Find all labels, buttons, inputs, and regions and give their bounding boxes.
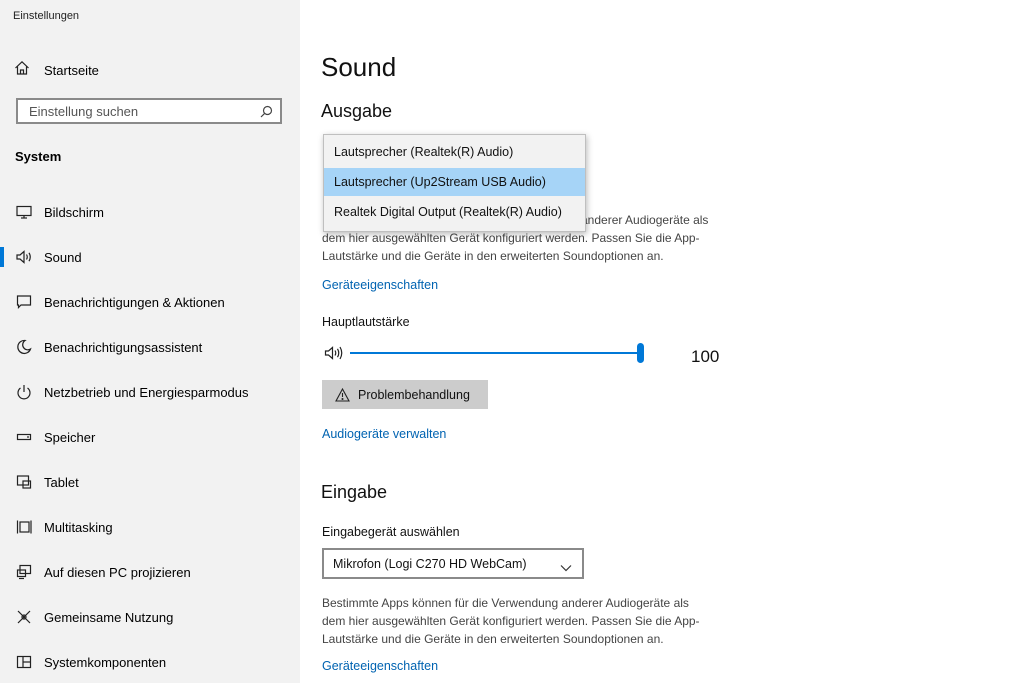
sidebar-item-speicher[interactable]: Speicher <box>0 420 300 454</box>
input-description-line: Lautstärke und die Geräte in den erweite… <box>322 632 664 646</box>
multitasking-icon <box>14 517 34 537</box>
dropdown-option[interactable]: Realtek Digital Output (Realtek(R) Audio… <box>324 198 585 226</box>
sidebar-item-projizieren[interactable]: Auf diesen PC projizieren <box>0 555 300 589</box>
sidebar-item-label: Netzbetrieb und Energiesparmodus <box>44 384 249 400</box>
page-title: Sound <box>321 52 397 82</box>
section-heading: System <box>15 149 62 164</box>
sidebar-item-gemeinsame-nutzung[interactable]: Gemeinsame Nutzung <box>0 600 300 634</box>
sidebar: Einstellungen Startseite System Bildschi… <box>0 0 300 683</box>
sidebar-item-label: Benachrichtigungsassistent <box>44 339 203 355</box>
components-icon <box>14 652 34 672</box>
speaker-icon <box>14 247 34 267</box>
home-icon <box>14 60 30 81</box>
home-link[interactable]: Startseite <box>14 60 99 81</box>
home-label: Startseite <box>44 63 99 78</box>
sidebar-item-multitasking[interactable]: Multitasking <box>0 510 300 544</box>
sidebar-item-bildschirm[interactable]: Bildschirm <box>0 195 300 229</box>
volume-value: 100 <box>691 347 720 366</box>
sidebar-item-label: Auf diesen PC projizieren <box>44 564 191 580</box>
sidebar-item-label: Benachrichtigungen & Aktionen <box>44 294 225 310</box>
sidebar-item-label: Gemeinsame Nutzung <box>44 609 174 625</box>
sidebar-item-label: Bildschirm <box>44 204 104 220</box>
sidebar-item-tablet[interactable]: Tablet <box>0 465 300 499</box>
input-device-value: Mikrofon (Logi C270 HD WebCam) <box>333 556 527 571</box>
manage-audio-devices-link[interactable]: Audiogeräte verwalten <box>322 427 446 441</box>
sidebar-item-netzbetrieb[interactable]: Netzbetrieb und Energiesparmodus <box>0 375 300 409</box>
troubleshoot-button[interactable]: Problembehandlung <box>322 380 488 409</box>
volume-icon[interactable] <box>324 345 344 366</box>
volume-slider-thumb[interactable] <box>637 343 644 363</box>
power-icon <box>14 382 34 402</box>
output-device-properties-link[interactable]: Geräteeigenschaften <box>322 278 438 292</box>
monitor-icon <box>14 202 34 222</box>
project-icon <box>14 562 34 582</box>
warning-icon <box>335 387 350 402</box>
dropdown-option-selected[interactable]: Lautsprecher (Up2Stream USB Audio) <box>324 168 585 196</box>
input-heading: Eingabe <box>321 482 388 502</box>
sidebar-item-sound[interactable]: Sound <box>0 240 300 274</box>
input-description: Bestimmte Apps können für die Verwendung… <box>322 594 742 648</box>
share-icon <box>14 607 34 627</box>
sidebar-item-benachrichtigungsassistent[interactable]: Benachrichtigungsassistent <box>0 330 300 364</box>
moon-icon <box>14 337 34 357</box>
troubleshoot-label: Problembehandlung <box>358 387 470 402</box>
output-device-dropdown[interactable]: Lautsprecher (Realtek(R) Audio) Lautspre… <box>323 134 586 232</box>
sidebar-item-label: Multitasking <box>44 519 113 535</box>
sidebar-item-label: Speicher <box>44 429 96 445</box>
sidebar-item-label: Systemkomponenten <box>44 654 167 670</box>
input-device-select[interactable]: Mikrofon (Logi C270 HD WebCam) <box>322 548 584 579</box>
input-description-line: Bestimmte Apps können für die Verwendung… <box>322 596 689 610</box>
sidebar-item-label: Sound <box>44 249 82 265</box>
search-box[interactable] <box>16 98 282 124</box>
sidebar-item-benachrichtigungen[interactable]: Benachrichtigungen & Aktionen <box>0 285 300 319</box>
search-input[interactable] <box>27 102 261 120</box>
dropdown-option[interactable]: Lautsprecher (Realtek(R) Audio) <box>324 138 585 166</box>
sidebar-item-label: Tablet <box>44 474 79 490</box>
input-select-label: Eingabegerät auswählen <box>322 525 460 539</box>
input-description-line: dem hier ausgewählten Gerät konfiguriert… <box>322 614 700 628</box>
notification-icon <box>14 292 34 312</box>
app-title: Einstellungen <box>13 10 80 22</box>
chevron-down-icon <box>560 559 572 577</box>
main-content: Sound Ausgabe anderer Audiogeräte als de… <box>300 0 1024 683</box>
search-icon[interactable] <box>260 105 273 123</box>
output-description-line: Lautstärke und die Geräte in den erweite… <box>322 249 664 263</box>
input-device-properties-link[interactable]: Geräteeigenschaften <box>322 659 438 673</box>
sidebar-item-systemkomponenten[interactable]: Systemkomponenten <box>0 645 300 679</box>
volume-slider-track[interactable] <box>350 352 640 354</box>
volume-label: Hauptlautstärke <box>322 315 410 329</box>
storage-icon <box>14 427 34 447</box>
output-heading: Ausgabe <box>321 101 393 121</box>
tablet-icon <box>14 472 34 492</box>
